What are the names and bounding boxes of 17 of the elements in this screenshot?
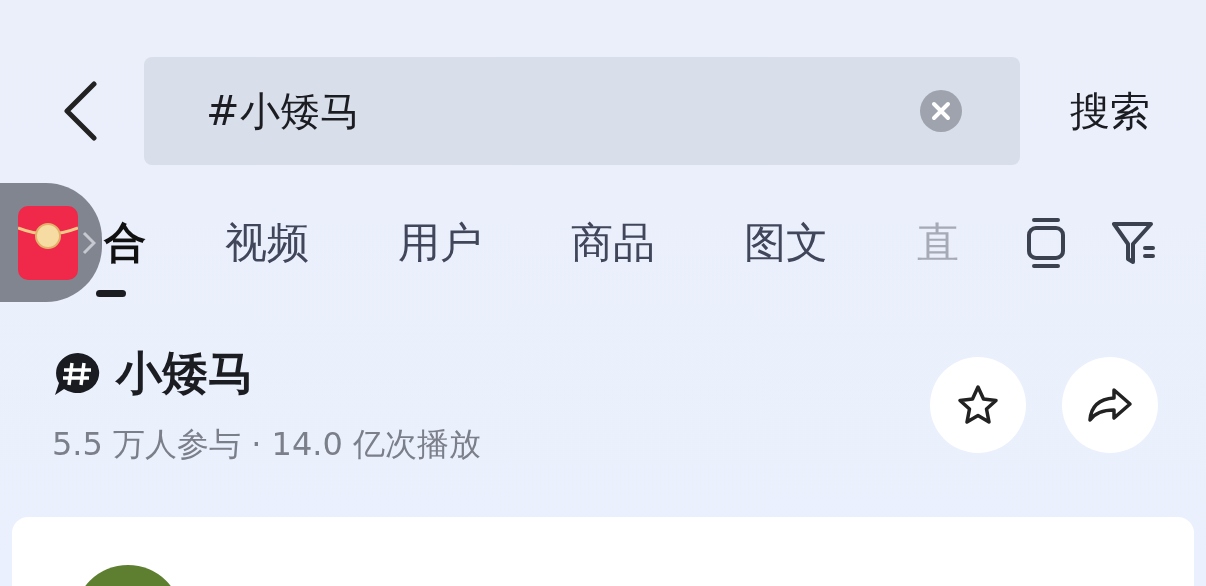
search-button[interactable]: 搜索 bbox=[1070, 83, 1150, 139]
topic-stats: 5.5 万人参与 · 14.0 亿次播放 bbox=[52, 424, 482, 465]
tab[interactable]: 用户 bbox=[398, 215, 482, 271]
topic-title: 小矮马 bbox=[116, 345, 254, 402]
layout-icon[interactable] bbox=[1026, 217, 1066, 269]
tab[interactable]: 图文 bbox=[744, 215, 828, 271]
search-field[interactable]: #小矮马 bbox=[144, 57, 1020, 165]
envelope-icon bbox=[18, 205, 78, 280]
back-icon[interactable] bbox=[62, 81, 98, 141]
share-icon bbox=[1087, 387, 1133, 423]
tab-indicator bbox=[96, 290, 126, 297]
tab[interactable]: 商品 bbox=[571, 215, 655, 271]
floating-widget[interactable] bbox=[0, 183, 102, 302]
tab[interactable]: 视频 bbox=[225, 215, 309, 271]
chevron-icon bbox=[82, 230, 96, 255]
filter-icon[interactable] bbox=[1111, 220, 1157, 266]
star-icon bbox=[956, 384, 1000, 426]
